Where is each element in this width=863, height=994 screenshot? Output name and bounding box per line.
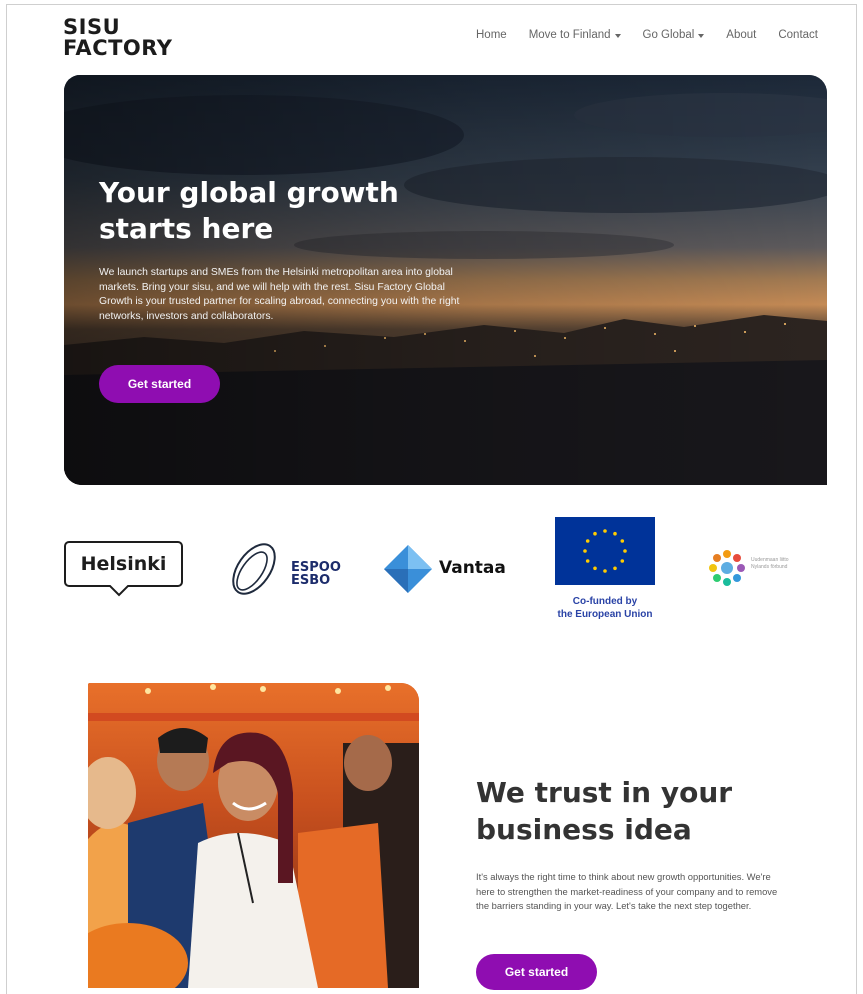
hero-get-started-button[interactable]: Get started xyxy=(99,365,220,403)
hero-title: Your global growth starts here xyxy=(99,176,399,245)
nav-about[interactable]: About xyxy=(726,29,756,41)
espoo-line-2: ESBO xyxy=(291,573,331,588)
nav-contact[interactable]: Contact xyxy=(778,29,818,41)
uusimaa-line-2: Nylands förbund xyxy=(751,564,788,570)
uusimaa-logo-text: Uudenmaan liitto Nylands förbund xyxy=(751,557,841,571)
helsinki-logo: Helsinki xyxy=(64,541,183,587)
uusimaa-line-1: Uudenmaan liitto xyxy=(751,557,789,563)
site-logo[interactable]: SISU FACTORY xyxy=(63,17,173,59)
uusimaa-logo-icon xyxy=(709,550,745,586)
trust-section-description: It's always the right time to think abou… xyxy=(476,871,778,912)
logo-line-2: FACTORY xyxy=(63,36,173,60)
eu-cofunded-caption: Co-funded by the European Union xyxy=(540,595,670,621)
networking-event-photo xyxy=(88,683,419,988)
helsinki-logo-text: Helsinki xyxy=(80,553,167,575)
helsinki-logo-notch xyxy=(109,585,129,597)
chevron-down-icon xyxy=(698,33,705,38)
main-nav: Home Move to Finland Go Global About Con… xyxy=(476,29,818,41)
nav-go-global-label: Go Global xyxy=(642,29,695,41)
vantaa-logo-icon xyxy=(384,545,432,593)
vantaa-logo-text: Vantaa xyxy=(439,558,506,578)
trust-section-title: We trust in your business idea xyxy=(476,776,733,846)
chevron-down-icon xyxy=(614,33,621,38)
nav-home-label: Home xyxy=(476,29,507,41)
eu-caption-line-2: the European Union xyxy=(557,609,653,620)
nav-move-label: Move to Finland xyxy=(528,29,611,41)
eu-flag-icon xyxy=(555,517,655,585)
hero-banner: Your global growth starts here We launch… xyxy=(64,75,827,485)
nav-go-global[interactable]: Go Global xyxy=(643,29,705,41)
logo-line-1: SISU xyxy=(63,15,121,39)
espoo-logo-text: ESPOO ESBO xyxy=(291,561,341,587)
networking-event-illustration xyxy=(88,683,419,988)
nav-home[interactable]: Home xyxy=(476,29,507,41)
nav-move-to-finland[interactable]: Move to Finland xyxy=(529,29,621,41)
espoo-logo-icon xyxy=(232,543,276,595)
hero-description: We launch startups and SMEs from the Hel… xyxy=(99,267,460,322)
nav-about-label: About xyxy=(726,29,757,41)
nav-contact-label: Contact xyxy=(778,29,818,41)
trust-get-started-button[interactable]: Get started xyxy=(476,954,597,990)
eu-caption-line-1: Co-funded by xyxy=(572,596,638,607)
